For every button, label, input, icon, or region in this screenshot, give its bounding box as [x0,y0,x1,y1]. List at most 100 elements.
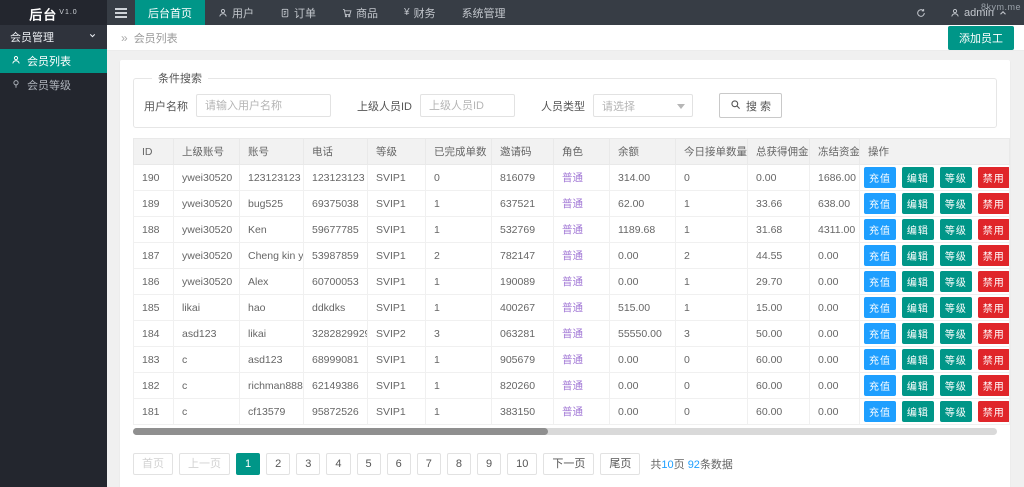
pagination-page-2[interactable]: 2 [266,453,290,475]
disable-button[interactable]: 禁用 [978,349,1010,370]
nav-item-products[interactable]: 商品 [329,0,391,25]
edit-button[interactable]: 编辑 [902,271,934,292]
recharge-button[interactable]: 充值 [864,401,896,422]
role-link[interactable]: 普通 [562,406,583,418]
disable-button[interactable]: 禁用 [978,219,1010,240]
cell-account: 123123123 [240,165,304,191]
edit-button[interactable]: 编辑 [902,245,934,266]
level-button[interactable]: 等级 [940,193,972,214]
edit-button[interactable]: 编辑 [902,193,934,214]
nav-item-home[interactable]: 后台首页 [135,0,205,25]
pagination-page-1[interactable]: 1 [236,453,260,475]
search-button[interactable]: 搜 索 [719,93,782,118]
cell-completed-orders: 1 [426,269,492,295]
role-link[interactable]: 普通 [562,380,583,392]
edit-button[interactable]: 编辑 [902,375,934,396]
recharge-button[interactable]: 充值 [864,219,896,240]
nav-item-label: 订单 [294,5,316,21]
recharge-button[interactable]: 充值 [864,193,896,214]
app-logo[interactable]: 后台V1.0 [0,0,107,25]
level-button[interactable]: 等级 [940,401,972,422]
level-button[interactable]: 等级 [940,271,972,292]
parent-id-input[interactable] [420,94,515,117]
level-button[interactable]: 等级 [940,297,972,318]
role-link[interactable]: 普通 [562,276,583,288]
pagination-page-6[interactable]: 6 [387,453,411,475]
edit-button[interactable]: 编辑 [902,323,934,344]
sidebar-item-member-level[interactable]: 会员等级 [0,73,107,97]
disable-button[interactable]: 禁用 [978,401,1010,422]
disable-button[interactable]: 禁用 [978,323,1010,344]
pagination-page-7[interactable]: 7 [417,453,441,475]
edit-button[interactable]: 编辑 [902,167,934,188]
person-type-select[interactable]: 请选择 [593,94,693,117]
scrollbar-thumb[interactable] [133,428,548,435]
disable-button[interactable]: 禁用 [978,375,1010,396]
cell-level: SVIP1 [368,165,426,191]
level-button[interactable]: 等级 [940,375,972,396]
role-link[interactable]: 普通 [562,354,583,366]
level-button[interactable]: 等级 [940,219,972,240]
pagination-page-9[interactable]: 9 [477,453,501,475]
add-employee-button[interactable]: 添加员工 [948,26,1014,50]
nav-item-system[interactable]: 系统管理 [449,0,519,25]
disable-button[interactable]: 禁用 [978,271,1010,292]
edit-button[interactable]: 编辑 [902,219,934,240]
role-link[interactable]: 普通 [562,250,583,262]
cell-parent-account: asd123 [174,321,240,347]
pagination-first[interactable]: 首页 [133,453,173,475]
role-link[interactable]: 普通 [562,328,583,340]
edit-button[interactable]: 编辑 [902,297,934,318]
disable-button[interactable]: 禁用 [978,245,1010,266]
disable-button[interactable]: 禁用 [978,297,1010,318]
recharge-button[interactable]: 充值 [864,271,896,292]
role-link[interactable]: 普通 [562,302,583,314]
cell-completed-orders: 3 [426,321,492,347]
recharge-button[interactable]: 充值 [864,323,896,344]
cell-id: 189 [134,191,174,217]
pagination-page-10[interactable]: 10 [507,453,537,475]
horizontal-scrollbar[interactable] [133,428,997,435]
nav-item-label: 系统管理 [462,5,506,21]
cell-frozen-funds: 0.00 [810,347,860,373]
recharge-button[interactable]: 充值 [864,245,896,266]
sidebar-group-member-management[interactable]: 会员管理 [0,25,107,49]
nav-item-orders[interactable]: 订单 [267,0,329,25]
pagination-page-5[interactable]: 5 [357,453,381,475]
refresh-icon[interactable] [916,8,926,18]
edit-button[interactable]: 编辑 [902,401,934,422]
recharge-button[interactable]: 充值 [864,349,896,370]
cell-id: 186 [134,269,174,295]
pagination-page-8[interactable]: 8 [447,453,471,475]
nav-item-finance[interactable]: ¥ 财务 [391,0,449,25]
table-row: 190 ywei30520 123123123 123123123 SVIP1 … [134,165,1010,191]
level-button[interactable]: 等级 [940,167,972,188]
hamburger-menu-icon[interactable] [107,0,135,25]
pagination-prev[interactable]: 上一页 [179,453,230,475]
recharge-button[interactable]: 充值 [864,297,896,318]
role-link[interactable]: 普通 [562,224,583,236]
pagination-page-3[interactable]: 3 [296,453,320,475]
level-button[interactable]: 等级 [940,245,972,266]
cell-phone: 60700053 [304,269,368,295]
role-link[interactable]: 普通 [562,198,583,210]
sidebar-item-member-list[interactable]: 会员列表 [0,49,107,73]
level-button[interactable]: 等级 [940,349,972,370]
nav-item-users[interactable]: 用户 [205,0,267,25]
recharge-button[interactable]: 充值 [864,375,896,396]
pagination-page-4[interactable]: 4 [326,453,350,475]
disable-button[interactable]: 禁用 [978,167,1010,188]
pagination-last[interactable]: 尾页 [600,453,640,475]
disable-button[interactable]: 禁用 [978,193,1010,214]
pagination-next[interactable]: 下一页 [543,453,594,475]
role-link[interactable]: 普通 [562,172,583,184]
sidebar-group-label: 会员管理 [10,29,54,45]
cell-invite-code: 820260 [492,373,554,399]
sidebar-item-label: 会员等级 [27,77,71,93]
level-button[interactable]: 等级 [940,323,972,344]
edit-button[interactable]: 编辑 [902,349,934,370]
recharge-button[interactable]: 充值 [864,167,896,188]
cell-account: cf13579 [240,399,304,425]
username-input[interactable] [196,94,331,117]
cell-level: SVIP1 [368,191,426,217]
